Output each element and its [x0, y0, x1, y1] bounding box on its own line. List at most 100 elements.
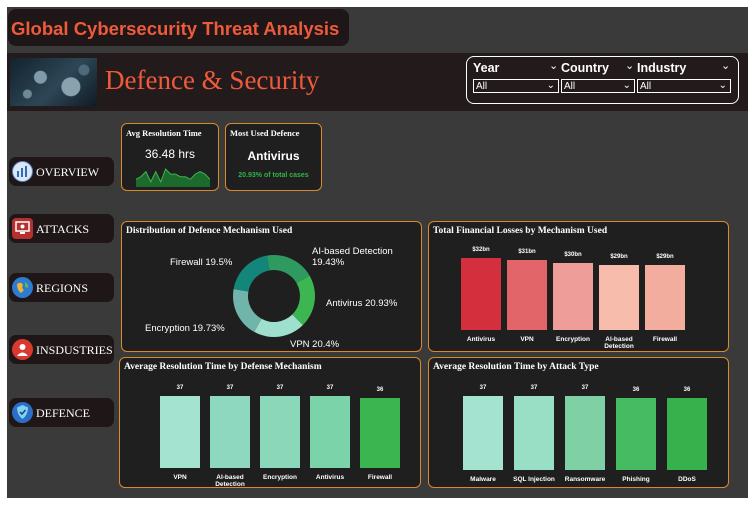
bar-value-label: 36: [632, 387, 640, 393]
year-filter[interactable]: Year ⌄ All ⌄: [473, 59, 559, 93]
bar[interactable]: [463, 396, 503, 470]
bar-value-label: $30bn: [564, 251, 582, 258]
nav-regions-button[interactable]: REGIONS: [9, 273, 114, 302]
chart-title: Average Resolution Time by Defense Mecha…: [124, 362, 322, 372]
bar-category-label: Encryption: [263, 474, 297, 481]
chevron-down-icon[interactable]: ⌄: [625, 59, 634, 72]
bar-value-label: 37: [326, 385, 334, 391]
bar[interactable]: [210, 396, 250, 468]
donut-slice-label: Firewall 19.5%: [170, 257, 233, 268]
bar-value-label: 37: [581, 385, 589, 391]
resolution-by-attack-card: Average Resolution Time by Attack Type 3…: [428, 357, 729, 488]
bar[interactable]: [645, 264, 685, 330]
country-filter-label: Country: [561, 61, 609, 75]
globe-icon: [12, 277, 33, 298]
bar-value-label: $29bn: [610, 253, 628, 260]
nav-attacks-button[interactable]: ATTACKS: [9, 214, 114, 243]
country-filter[interactable]: Country ⌄ All ⌄: [561, 59, 635, 93]
chart-title: Distribution of Defence Mechanism Used: [126, 226, 293, 236]
attack-monitor-icon: [12, 218, 33, 239]
bar[interactable]: [260, 396, 300, 468]
chevron-down-icon[interactable]: ⌄: [719, 79, 727, 93]
bar[interactable]: [599, 264, 639, 330]
chevron-down-icon[interactable]: ⌄: [721, 59, 730, 72]
nav-attacks-label: ATTACKS: [36, 222, 90, 236]
industry-filter[interactable]: Industry ⌄ All ⌄: [637, 59, 731, 93]
nav-industries-label: INSDUSTRIES: [36, 343, 113, 357]
bar-value-label: 37: [176, 385, 184, 391]
bar[interactable]: [616, 398, 656, 470]
bar[interactable]: [553, 262, 593, 330]
donut-slice[interactable]: [292, 275, 315, 326]
kpi-title: Avg Resolution Time: [126, 128, 202, 138]
header-band: Defence & Security Year ⌄ All ⌄ Country …: [7, 53, 748, 111]
chevron-down-icon[interactable]: ⌄: [623, 79, 631, 93]
donut-slice-label: Antivirus 20.93%: [326, 298, 398, 309]
bar[interactable]: [360, 397, 400, 468]
year-select[interactable]: All ⌄: [473, 79, 559, 93]
bar-category-label: VPN: [173, 474, 187, 481]
resolution-by-defense-card: Average Resolution Time by Defense Mecha…: [119, 357, 421, 488]
bar-value-label: $31bn: [518, 249, 536, 256]
bar-value-label: 37: [530, 385, 538, 391]
bar-value-label: 36: [376, 386, 384, 393]
kpi-subtext: 20.93% of total cases: [238, 172, 309, 179]
defence-distribution-card: Distribution of Defence Mechanism Used A…: [121, 221, 422, 352]
industry-select-value: All: [640, 81, 652, 92]
bar-category-label: SQL Injection: [513, 476, 555, 483]
year-filter-label: Year: [473, 61, 500, 75]
donut-slice[interactable]: [254, 314, 303, 337]
country-select-value: All: [564, 81, 576, 92]
nav-overview-button[interactable]: OVERVIEW: [9, 157, 114, 186]
donut-slice[interactable]: [233, 288, 262, 332]
overview-icon: [12, 161, 33, 182]
bar-value-label: 37: [226, 385, 234, 391]
nav-defence-label: DEFENCE: [36, 406, 90, 420]
bar[interactable]: [461, 258, 501, 330]
kpi-title: Most Used Defence: [230, 128, 300, 138]
kpi-value: Antivirus: [247, 149, 300, 163]
year-select-value: All: [476, 81, 488, 92]
bar-category-label: Antivirus: [315, 474, 345, 481]
most-used-defence-kpi-card: Most Used Defence Antivirus 20.93% of to…: [225, 123, 322, 191]
dashboard-title: Global Cybersecurity Threat Analysis: [11, 18, 340, 39]
chart-title: Total Financial Losses by Mechanism Used: [433, 226, 608, 236]
bar[interactable]: [507, 260, 547, 330]
bar-value-label: $32bn: [472, 247, 490, 253]
donut-slice-label: VPN 20.4%: [290, 339, 340, 350]
chevron-down-icon[interactable]: ⌄: [549, 59, 558, 72]
chart-title: Average Resolution Time by Attack Type: [433, 362, 599, 372]
bar-value-label: 36: [683, 387, 691, 393]
bar-category-label: Antivirus: [466, 336, 496, 343]
donut-slice-label: AI-based Detection 19.43%: [312, 246, 393, 268]
nav-defence-button[interactable]: DEFENCE: [9, 398, 114, 427]
page-title: Defence & Security: [105, 65, 320, 95]
bar-category-label: Ransomware: [564, 476, 606, 483]
bar-category-label: Firewall: [652, 336, 678, 343]
factory-icon: [12, 339, 33, 360]
donut-slice[interactable]: [233, 255, 270, 292]
resolution-sparkline: [136, 168, 210, 187]
bar[interactable]: [514, 396, 554, 470]
bar[interactable]: [160, 396, 200, 468]
nav-regions-label: REGIONS: [36, 281, 89, 295]
bar[interactable]: [310, 396, 350, 468]
country-select[interactable]: All ⌄: [561, 79, 635, 93]
bar[interactable]: [667, 398, 707, 470]
bar[interactable]: [565, 396, 605, 470]
shield-icon: [12, 402, 33, 423]
title-bar: Global Cybersecurity Threat Analysis: [8, 9, 349, 46]
bar-category-label: Malware: [470, 476, 496, 483]
donut-slice[interactable]: [266, 255, 310, 283]
donut-slice-label: Encryption 19.73%: [145, 323, 225, 334]
kpi-value: 36.48 hrs: [144, 147, 196, 161]
nav-overview-label: OVERVIEW: [36, 165, 100, 179]
bar-category-label: VPN: [520, 336, 534, 343]
bar-value-label: $29bn: [656, 253, 674, 260]
dashboard-canvas: Global Cybersecurity Threat Analysis Def…: [7, 7, 748, 498]
industry-select[interactable]: All ⌄: [637, 79, 731, 93]
chevron-down-icon[interactable]: ⌄: [547, 79, 555, 93]
financial-losses-card: Total Financial Losses by Mechanism Used…: [428, 221, 729, 352]
nav-industries-button[interactable]: INSDUSTRIES: [9, 335, 114, 364]
bar-category-label: Encryption: [556, 336, 590, 343]
